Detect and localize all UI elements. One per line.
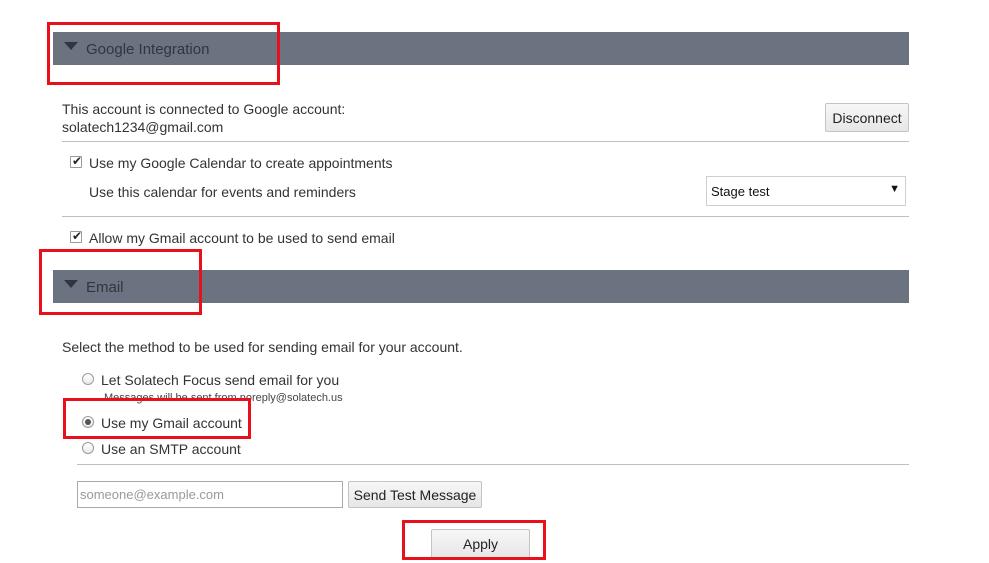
divider (62, 216, 909, 217)
dropdown-arrow-icon: ▼ (889, 183, 900, 195)
radio-solatech-focus-label: Let Solatech Focus send email for you (101, 372, 340, 388)
email-method-prompt: Select the method to be used for sending… (62, 339, 463, 355)
calendar-select-value: Stage test (711, 184, 770, 199)
test-email-input[interactable] (77, 481, 343, 508)
highlight-box-apply (402, 520, 546, 560)
highlight-box-google-integration (47, 22, 280, 85)
calendar-checkbox[interactable]: ✔ (70, 154, 83, 168)
highlight-box-email (39, 249, 202, 315)
send-test-message-button[interactable]: Send Test Message (348, 481, 482, 508)
gmail-checkbox-label: Allow my Gmail account to be used to sen… (89, 230, 395, 246)
divider (62, 141, 909, 142)
connected-text: This account is connected to Google acco… (62, 101, 346, 117)
divider (77, 464, 909, 465)
calendar-select[interactable]: Stage test ▼ (706, 176, 906, 206)
google-account-email: solatech1234@gmail.com (62, 119, 224, 135)
highlight-box-gmail-option (63, 398, 251, 439)
disconnect-button[interactable]: Disconnect (825, 103, 909, 132)
calendar-select-label: Use this calendar for events and reminde… (89, 184, 356, 200)
check-icon: ✔ (72, 154, 83, 168)
check-icon: ✔ (72, 229, 83, 243)
radio-solatech-focus[interactable] (82, 373, 94, 385)
page: Google Integration This account is conne… (0, 0, 989, 563)
radio-smtp-account[interactable] (82, 442, 94, 454)
gmail-checkbox[interactable]: ✔ (70, 229, 83, 243)
calendar-checkbox-label: Use my Google Calendar to create appoint… (89, 155, 393, 171)
radio-smtp-account-label: Use an SMTP account (101, 441, 241, 457)
